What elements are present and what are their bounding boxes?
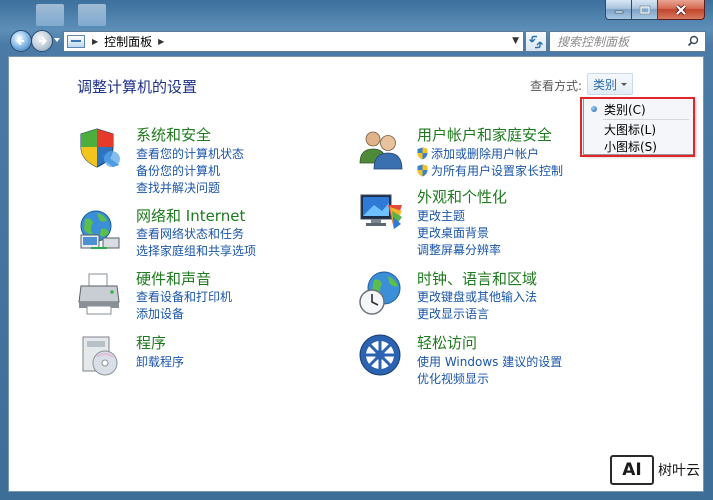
ease-of-access-icon[interactable] — [358, 333, 404, 379]
search-box[interactable] — [549, 31, 706, 52]
refresh-icon — [529, 35, 543, 48]
link-change-theme[interactable]: 更改主题 — [417, 207, 465, 224]
link-change-background[interactable]: 更改桌面背景 — [417, 224, 489, 241]
uac-shield-icon — [417, 147, 428, 160]
title-bar[interactable] — [0, 0, 713, 26]
page-title: 调整计算机的设置 — [77, 78, 198, 96]
category-title[interactable]: 轻松访问 — [417, 332, 477, 353]
minimize-button[interactable] — [605, 0, 632, 20]
search-icon[interactable] — [687, 35, 699, 47]
category-title[interactable]: 程序 — [136, 332, 166, 353]
link-troubleshoot[interactable]: 查找并解决问题 — [136, 179, 220, 196]
clock-globe-icon[interactable] — [358, 270, 404, 316]
link-optimize-video[interactable]: 优化视频显示 — [417, 370, 489, 387]
users-icon[interactable] — [358, 125, 404, 171]
link-backup-computer[interactable]: 备份您的计算机 — [136, 162, 220, 179]
caret-down-icon — [621, 82, 628, 86]
control-panel-icon — [67, 35, 85, 48]
printer-icon[interactable] — [77, 270, 123, 316]
window-frame: ▶ 控制面板 ▶ ▼ 调整计算机的设置 查看方式: 类别 系统 — [0, 0, 713, 500]
arrow-right-icon — [39, 36, 47, 46]
link-view-computer-status[interactable]: 查看您的计算机状态 — [136, 145, 244, 162]
desktop-icon — [36, 4, 64, 26]
link-recommended-settings[interactable]: 使用 Windows 建议的设置 — [417, 353, 562, 370]
maximize-button[interactable] — [632, 0, 658, 20]
link-parental-controls[interactable]: 为所有用户设置家长控制 — [417, 162, 563, 179]
annotation-highlight-box — [580, 97, 695, 157]
link-label[interactable]: 为所有用户设置家长控制 — [431, 164, 563, 178]
link-label[interactable]: 添加或删除用户帐户 — [431, 147, 539, 161]
watermark-logo: AI — [610, 455, 654, 485]
link-display-language[interactable]: 更改显示语言 — [417, 305, 489, 322]
content-pane: 调整计算机的设置 查看方式: 类别 系统和安全 查看您的计算机状态 备份您的计算… — [8, 56, 704, 492]
minimize-icon — [614, 10, 623, 13]
forward-button[interactable] — [31, 30, 53, 52]
link-add-remove-accounts[interactable]: 添加或删除用户帐户 — [417, 145, 539, 162]
category-title[interactable]: 网络和 Internet — [136, 205, 245, 226]
network-globe-icon[interactable] — [77, 207, 123, 253]
chevron-down-icon[interactable]: ▼ — [512, 36, 519, 46]
link-change-keyboard[interactable]: 更改键盘或其他输入法 — [417, 288, 537, 305]
navigation-bar: ▶ 控制面板 ▶ ▼ — [0, 26, 713, 56]
category-title[interactable]: 时钟、语言和区域 — [417, 268, 537, 289]
link-devices-printers[interactable]: 查看设备和打印机 — [136, 288, 232, 305]
link-screen-resolution[interactable]: 调整屏幕分辨率 — [417, 241, 501, 258]
link-uninstall-program[interactable]: 卸载程序 — [136, 353, 184, 370]
caption-buttons — [605, 0, 705, 20]
chevron-right-icon[interactable]: ▶ — [92, 37, 98, 46]
close-button[interactable] — [658, 0, 705, 20]
refresh-button[interactable] — [525, 31, 547, 52]
shield-security-icon[interactable] — [77, 125, 123, 171]
link-view-network-status[interactable]: 查看网络状态和任务 — [136, 225, 244, 242]
address-bar[interactable]: ▶ 控制面板 ▶ ▼ — [63, 31, 524, 52]
link-homegroup-sharing[interactable]: 选择家庭组和共享选项 — [136, 242, 256, 259]
search-input[interactable] — [557, 34, 685, 49]
chevron-right-icon[interactable]: ▶ — [158, 37, 164, 46]
category-title[interactable]: 用户帐户和家庭安全 — [417, 124, 552, 145]
appearance-monitor-icon[interactable] — [358, 189, 404, 235]
category-title[interactable]: 外观和个性化 — [417, 186, 507, 207]
maximize-icon — [639, 5, 650, 14]
watermark: AI 树叶云 — [610, 455, 700, 485]
close-icon — [675, 4, 687, 15]
arrow-left-icon — [16, 36, 24, 46]
view-by-value: 类别 — [593, 77, 618, 92]
view-by-dropdown[interactable]: 类别 — [587, 73, 633, 95]
programs-disc-icon[interactable] — [77, 333, 123, 379]
desktop-icon — [78, 4, 106, 26]
category-title[interactable]: 系统和安全 — [136, 124, 211, 145]
view-by-label: 查看方式: — [530, 79, 583, 93]
uac-shield-icon — [417, 164, 428, 177]
category-title[interactable]: 硬件和声音 — [136, 268, 211, 289]
back-button[interactable] — [10, 30, 32, 52]
watermark-text: 树叶云 — [658, 463, 700, 479]
link-add-device[interactable]: 添加设备 — [136, 305, 184, 322]
recent-pages-dropdown[interactable] — [54, 38, 60, 42]
breadcrumb-control-panel[interactable]: 控制面板 — [104, 33, 152, 50]
